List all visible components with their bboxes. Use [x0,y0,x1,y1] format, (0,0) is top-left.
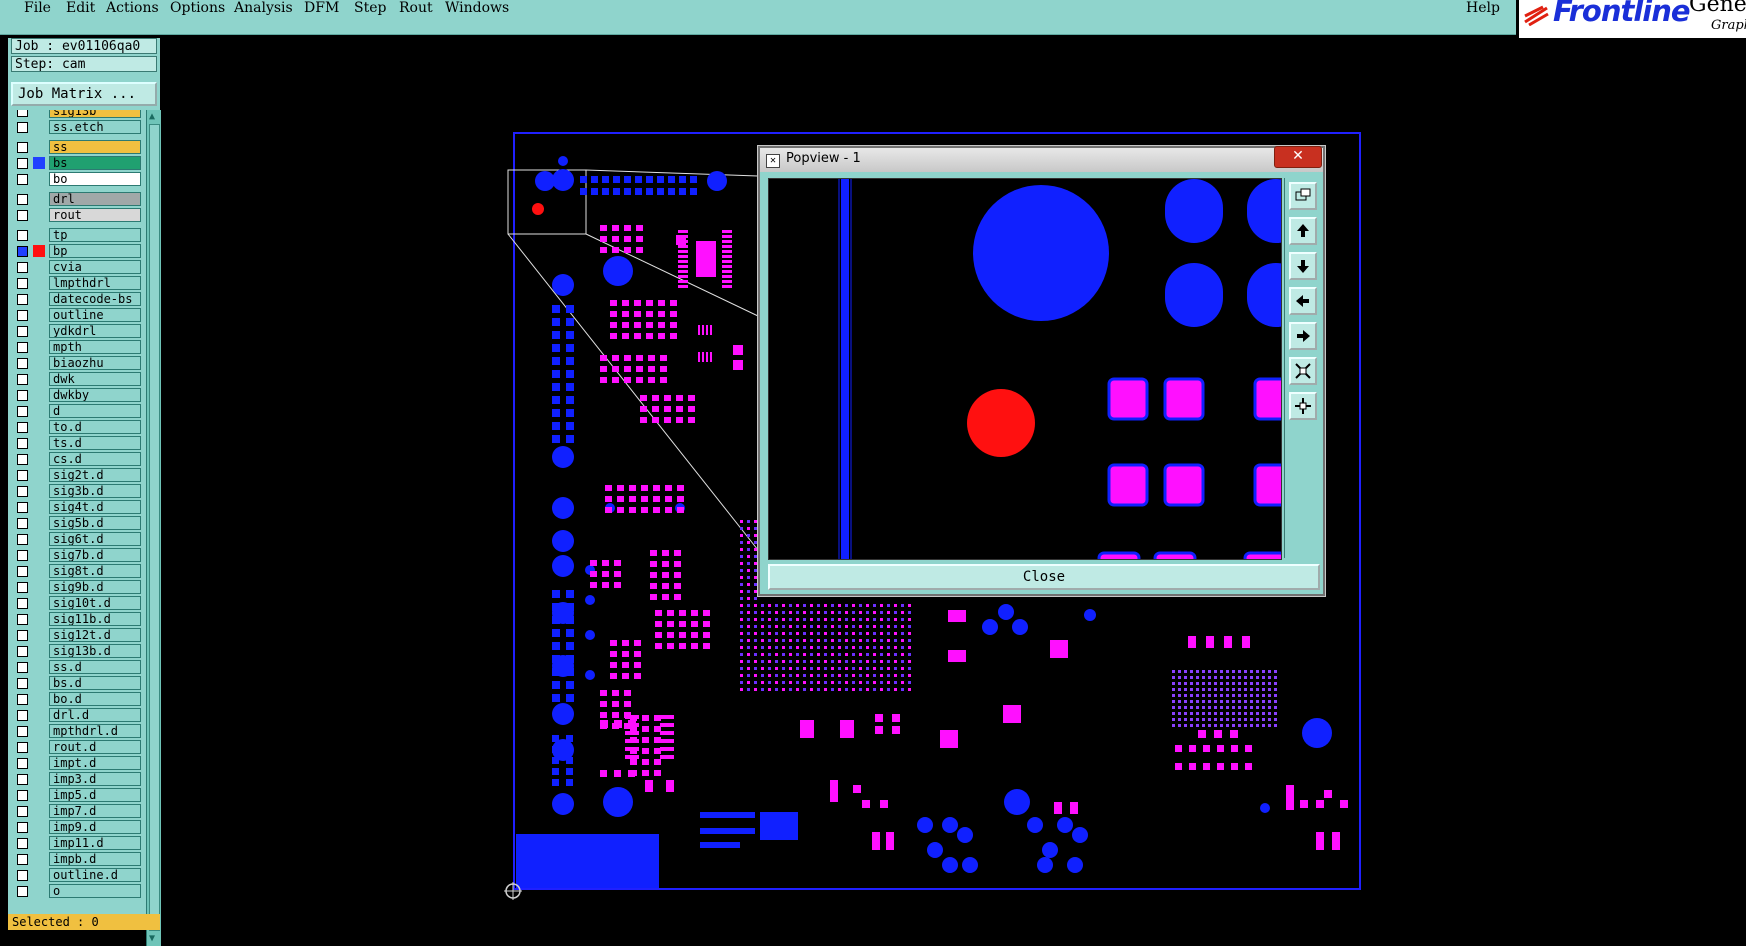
popview-canvas[interactable] [768,178,1282,560]
popview-toolbar [1284,178,1321,558]
pan-left-icon[interactable] [1289,287,1317,315]
pan-up-icon[interactable] [1289,217,1317,245]
zoom-fit-icon[interactable] [1289,182,1317,210]
popview-close-icon[interactable]: ✕ [1274,146,1322,168]
popview-titlebar[interactable]: ✕ Popview - 1 ✕ [760,146,1323,172]
window-icon: ✕ [766,154,780,168]
scroll-down-icon[interactable]: ▼ [149,934,155,944]
pan-down-icon[interactable] [1289,252,1317,280]
copper-block [516,834,659,888]
zoom-out-icon[interactable] [1289,392,1317,420]
popview-zoomed-graphic [838,179,1281,559]
popview-window: ✕ Popview - 1 ✕ Close [758,146,1325,596]
zoom-leader-line [507,233,759,551]
zoom-in-icon[interactable] [1289,357,1317,385]
popview-title: Popview - 1 [786,151,861,166]
pan-right-icon[interactable] [1289,322,1317,350]
zoom-leader-line [585,169,759,177]
popview-close-button[interactable]: Close [768,564,1320,590]
